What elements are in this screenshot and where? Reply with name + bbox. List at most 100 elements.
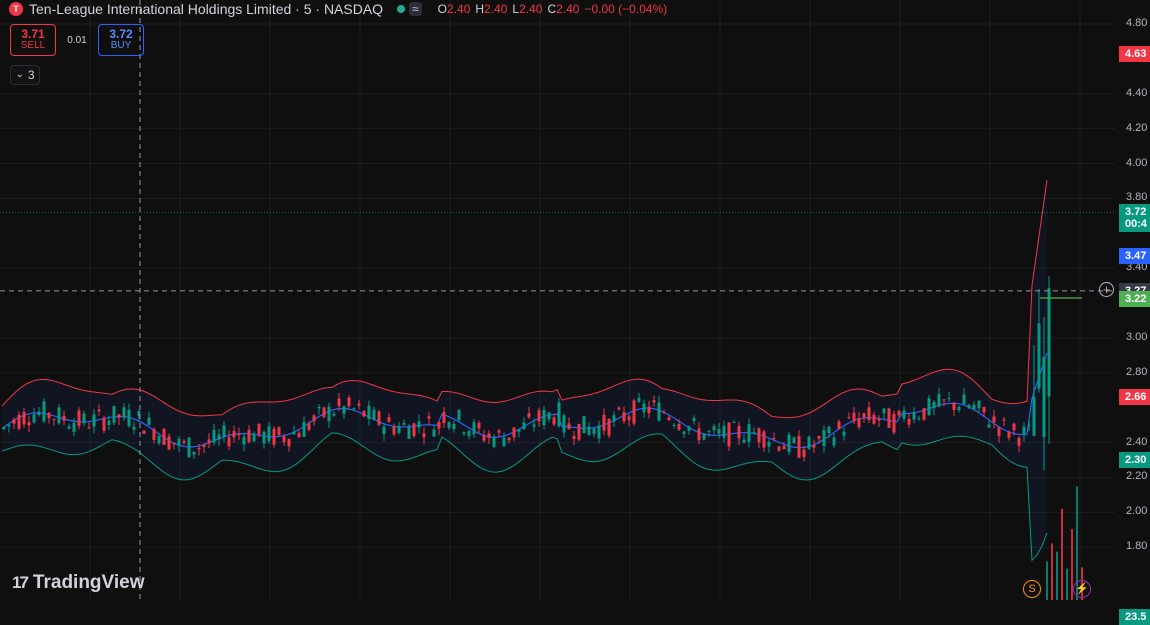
price-tick-label: 4.00 — [1126, 156, 1148, 169]
candle-body — [162, 429, 166, 445]
candle-body — [172, 442, 176, 445]
ohlc-value: 2.40 — [484, 2, 508, 16]
candle-body — [227, 437, 231, 447]
candle-body — [167, 436, 171, 450]
candle-body — [82, 413, 86, 424]
candle-body — [327, 406, 331, 422]
candle-body — [472, 422, 476, 435]
candle-body — [737, 426, 741, 439]
candle-body — [777, 446, 781, 451]
candle-body — [747, 424, 751, 442]
price-tick-label: 2.40 — [1126, 435, 1148, 448]
candle-body — [687, 426, 691, 431]
candle-body — [712, 426, 716, 431]
candle-body — [92, 414, 96, 427]
plus-icon[interactable]: + — [1099, 282, 1114, 297]
candle-body — [322, 407, 326, 417]
candle-body — [987, 424, 991, 428]
candle-body — [207, 439, 211, 444]
candle-body — [527, 413, 531, 418]
tradingview-logo[interactable]: 17 TradingView — [12, 572, 145, 594]
candle-body — [762, 431, 766, 448]
ohlc-value: 2.40 — [556, 2, 580, 16]
candle-body — [702, 433, 706, 440]
candle-body — [142, 430, 146, 434]
candle-body — [1002, 419, 1006, 421]
candle-body — [552, 417, 556, 425]
candle-body — [857, 417, 861, 428]
candle-body — [507, 437, 511, 441]
candle-body — [892, 413, 896, 433]
split-event-icon[interactable]: S — [1023, 580, 1041, 598]
candle-body — [107, 420, 111, 425]
candle-body — [22, 411, 26, 425]
candle-body — [912, 412, 916, 420]
chevron-down-icon: ⌄ — [15, 69, 24, 80]
candle-body — [567, 423, 571, 430]
candle-body — [447, 422, 451, 428]
candle-body — [432, 429, 436, 437]
sell-button[interactable]: 3.71 SELL — [10, 24, 56, 56]
price-tick-label: 2.20 — [1126, 470, 1148, 483]
price-tag: 3.47 — [1119, 247, 1150, 264]
volume-bar — [1051, 543, 1053, 600]
candle-body — [217, 434, 221, 440]
candle-body — [837, 421, 841, 429]
price-tick-label: 2.00 — [1126, 505, 1148, 518]
candle-body — [957, 407, 961, 411]
candle-body — [917, 418, 921, 420]
candle-body — [1012, 423, 1016, 431]
candle-body — [572, 436, 576, 440]
price-tick-label: 3.80 — [1126, 191, 1148, 204]
buy-button[interactable]: 3.72 BUY — [98, 24, 144, 56]
candle-body — [122, 407, 126, 418]
candle-body — [842, 431, 846, 436]
candle-body — [437, 422, 441, 429]
price-tag: 2.30 — [1119, 452, 1150, 468]
candle-body — [682, 431, 686, 434]
candle-body — [382, 426, 386, 434]
candle-body — [2, 427, 6, 429]
price-tick-label: 1.80 — [1126, 540, 1148, 553]
candle-body — [72, 423, 76, 432]
price-chart-canvas[interactable] — [0, 0, 1150, 600]
candle-body — [1007, 432, 1011, 438]
candle-body — [77, 410, 81, 426]
candle-body — [232, 430, 236, 438]
candle-body — [637, 397, 641, 402]
volume-bar — [1056, 551, 1058, 600]
symbol-title[interactable]: Ten-League International Holdings Limite… — [29, 1, 383, 17]
candle-body — [817, 436, 821, 439]
ohlc-value: 2.40 — [519, 2, 543, 16]
candle-body — [492, 437, 496, 447]
candle-body — [37, 411, 41, 415]
candle-body — [87, 427, 91, 429]
candle-body — [537, 410, 541, 422]
candle-body — [622, 412, 626, 422]
indicators-toggle-button[interactable]: ⌄ 3 — [10, 65, 40, 85]
volume-bar — [1046, 561, 1048, 600]
candle-body — [907, 418, 911, 425]
candle-body — [597, 425, 601, 439]
candle-body — [127, 409, 131, 427]
price-tag: 00:4 — [1119, 215, 1150, 232]
candle-body — [177, 438, 181, 446]
candle-body — [587, 426, 591, 435]
candle-body — [332, 413, 336, 416]
ohlc-key: O — [437, 2, 448, 16]
candle-body — [1022, 426, 1026, 436]
candle-body — [237, 433, 241, 436]
candle-body — [807, 436, 811, 449]
earnings-event-icon[interactable]: ⚡ — [1073, 580, 1091, 598]
candle-body — [652, 400, 656, 403]
candle-body — [377, 411, 381, 425]
candle-body — [252, 433, 256, 442]
price-tag: 4.63 — [1119, 45, 1150, 62]
candle-body — [997, 427, 1001, 437]
candle-body — [27, 422, 31, 426]
candle-body — [927, 398, 931, 415]
market-status-icon — [397, 5, 406, 13]
candle-body — [742, 439, 746, 443]
candle-body — [112, 405, 116, 423]
candle-body — [657, 402, 661, 421]
